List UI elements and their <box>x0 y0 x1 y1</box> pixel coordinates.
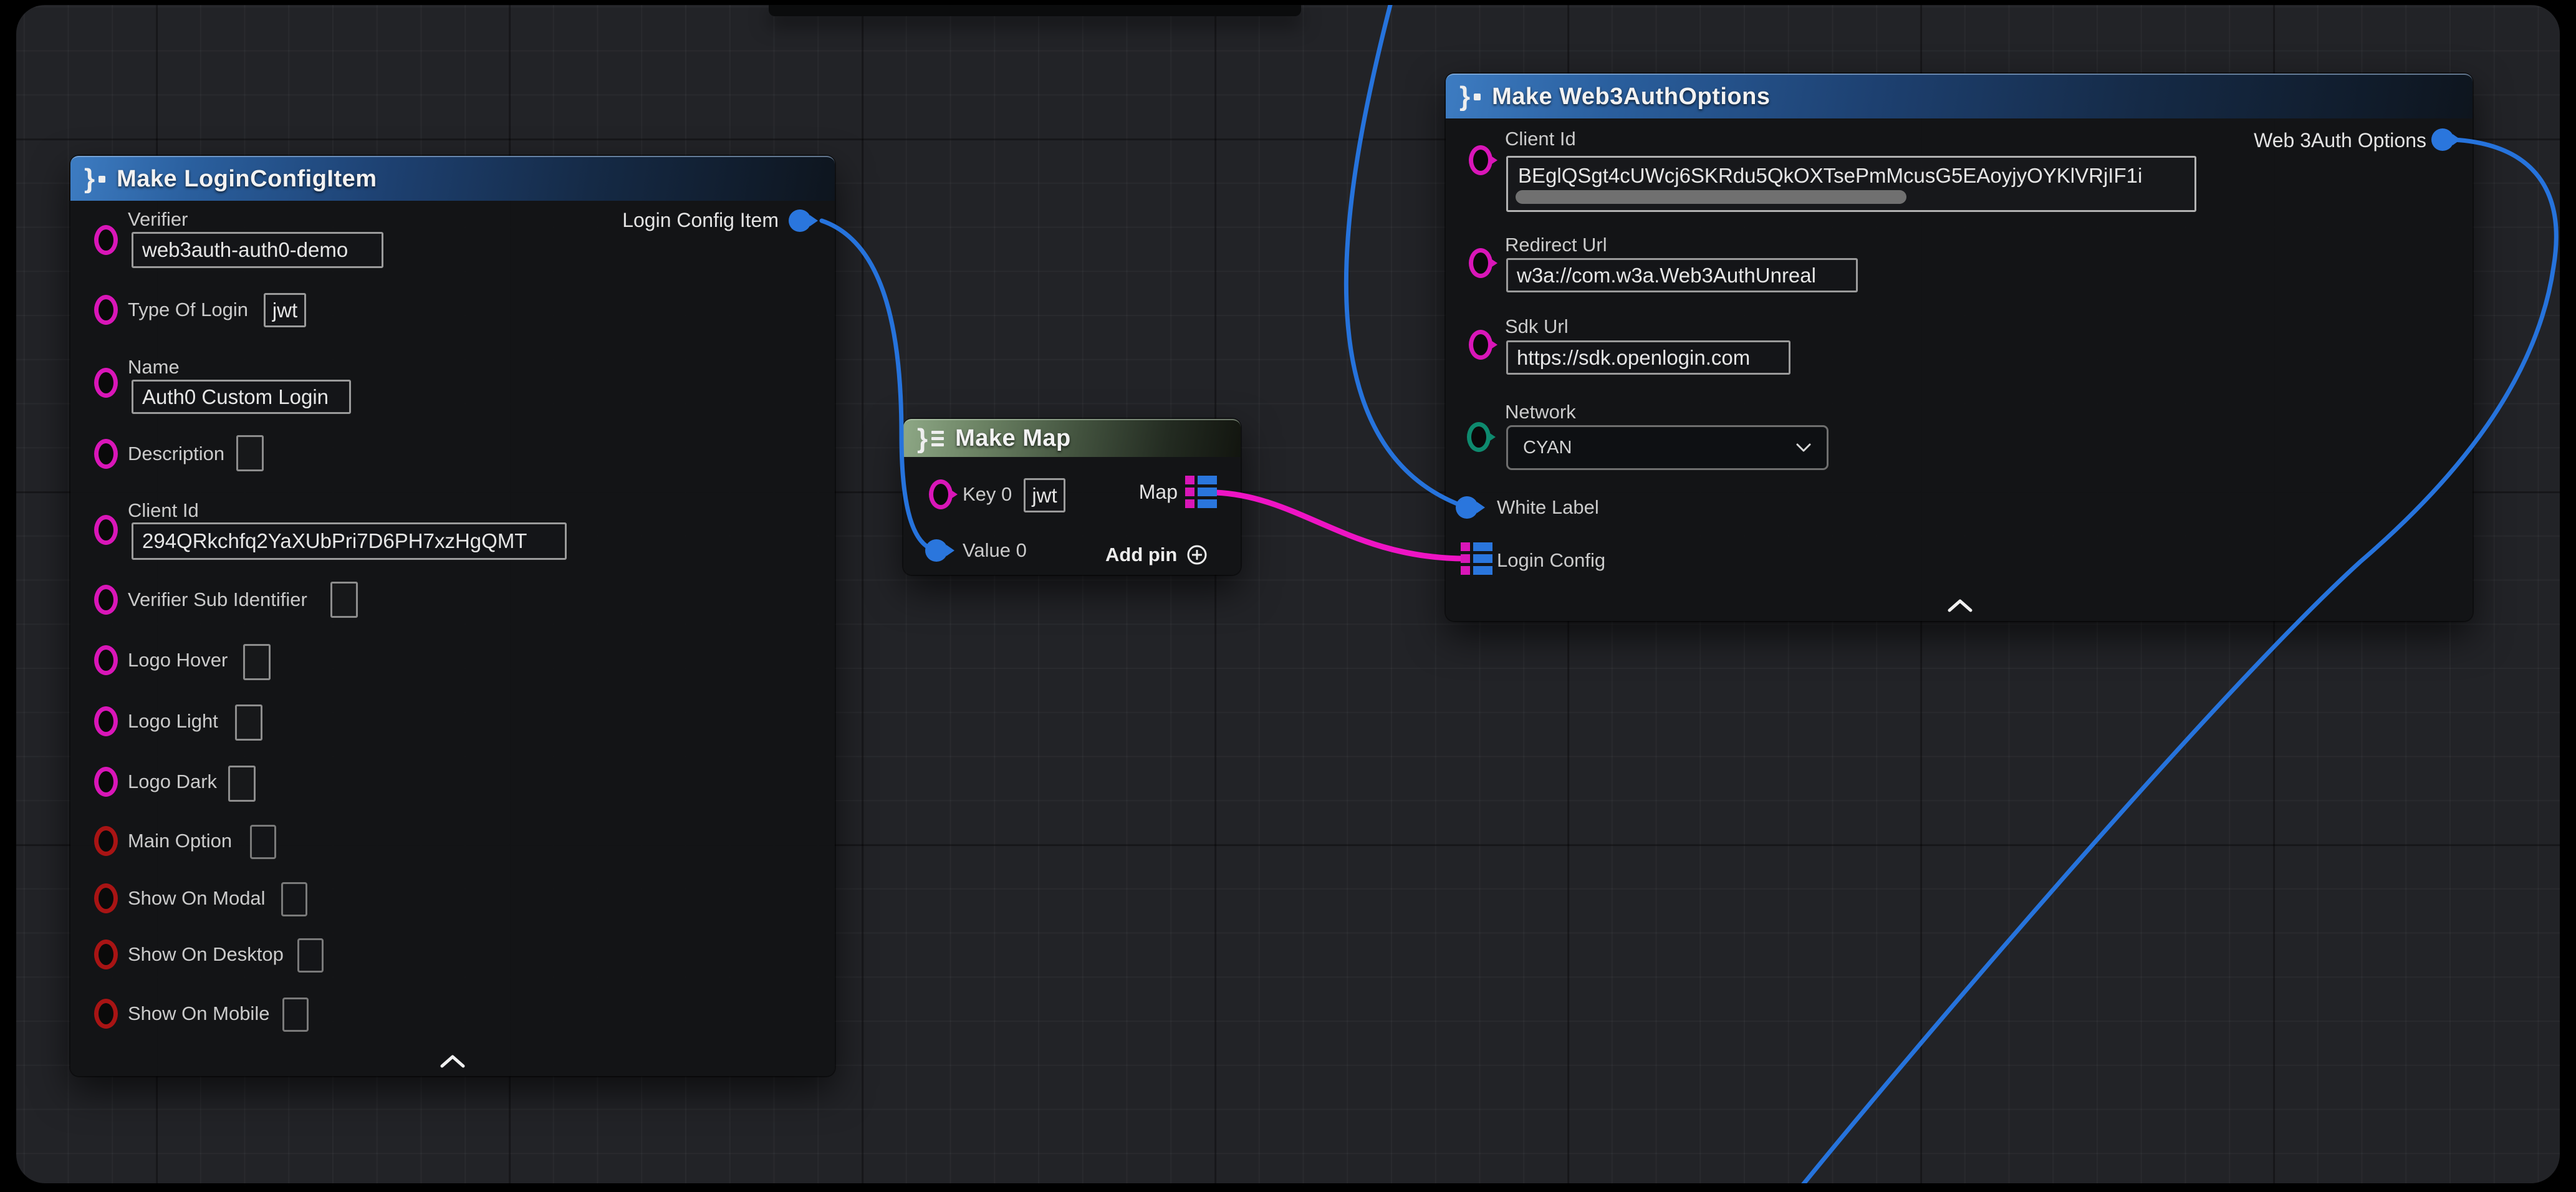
pin-label-verifier: Verifier <box>128 208 188 231</box>
input-pin-login-config[interactable] <box>1461 542 1492 575</box>
make-struct-icon: { <box>84 166 105 191</box>
pin-label-verifier-sub-identifier: Verifier Sub Identifier <box>128 588 307 612</box>
input-pin-network[interactable] <box>1467 422 1491 452</box>
node-make-map[interactable]: { Make Map Key 0 jwt Map Value 0 Add pin <box>903 419 1241 575</box>
redirect-url-field[interactable]: w3a://com.w3a.Web3AuthUnreal <box>1506 258 1858 292</box>
output-pin-login-config-item[interactable] <box>789 209 811 232</box>
input-pin-verifier[interactable] <box>94 225 118 255</box>
pin-label-client-id: Client Id <box>128 499 199 522</box>
add-pin-plus-icon <box>1186 544 1208 566</box>
node-title: Make Map <box>955 425 1071 452</box>
main-option-checkbox[interactable] <box>250 825 276 859</box>
input-pin-name[interactable] <box>94 368 118 398</box>
input-pin-show-on-desktop[interactable] <box>94 940 118 969</box>
logo-light-field[interactable] <box>235 704 262 741</box>
input-pin-show-on-mobile[interactable] <box>94 999 118 1029</box>
output-pin-label: Web 3Auth Options <box>2254 128 2426 152</box>
input-pin-type-of-login[interactable] <box>94 295 118 325</box>
pin-label-description: Description <box>128 442 224 466</box>
chevron-down-icon <box>1795 443 1812 453</box>
pin-label-show-on-modal: Show On Modal <box>128 887 266 910</box>
input-pin-white-label[interactable] <box>1456 496 1478 519</box>
wire-map-to-login-config[interactable] <box>1216 493 1466 559</box>
pin-label-logo-dark: Logo Dark <box>128 770 217 794</box>
pin-label-login-config: Login Config <box>1497 549 1605 572</box>
input-pin-main-option[interactable] <box>94 826 118 856</box>
pin-label-network: Network <box>1505 400 1576 424</box>
node-header[interactable]: { Make Map <box>903 419 1241 457</box>
output-pin-map[interactable] <box>1185 476 1217 508</box>
pin-label-key-0: Key 0 <box>963 483 1012 506</box>
node-header[interactable]: { Make LoginConfigItem <box>70 156 835 201</box>
input-pin-client-id[interactable] <box>94 515 118 545</box>
show-on-desktop-checkbox[interactable] <box>297 938 324 973</box>
description-field[interactable] <box>236 435 264 471</box>
offscreen-node-bottom-edge <box>769 5 1301 16</box>
verifier-field[interactable]: web3auth-auth0-demo <box>132 232 383 268</box>
pin-label-name: Name <box>128 355 180 379</box>
node-title: Make Web3AuthOptions <box>1492 84 1770 110</box>
pin-label-type-of-login: Type Of Login <box>128 298 248 322</box>
client-id-value: BEglQSgt4cUWcj6SKRdu5QkOXTsePmMcusG5EAoy… <box>1518 164 2142 187</box>
output-pin-web3auth-options[interactable] <box>2431 128 2454 151</box>
input-pin-show-on-modal[interactable] <box>94 883 118 913</box>
input-pin-logo-dark[interactable] <box>94 767 118 797</box>
input-pin-logo-light[interactable] <box>94 706 118 736</box>
network-dropdown[interactable]: CYAN <box>1506 425 1829 470</box>
input-pin-description[interactable] <box>94 439 118 469</box>
show-on-mobile-checkbox[interactable] <box>282 997 309 1032</box>
verifier-sub-identifier-field[interactable] <box>330 582 358 618</box>
output-pin-label: Map <box>1139 480 1178 504</box>
show-on-modal-checkbox[interactable] <box>281 882 307 916</box>
pin-label-sdk-url: Sdk Url <box>1505 315 1569 339</box>
collapse-chevron-icon[interactable] <box>1948 598 1973 612</box>
node-title: Make LoginConfigItem <box>117 166 377 193</box>
input-pin-sdk-url[interactable] <box>1469 330 1492 360</box>
pin-label-main-option: Main Option <box>128 829 232 853</box>
client-id-field[interactable]: 294QRkchfq2YaXUbPri7D6PH7xzHgQMT <box>132 522 567 560</box>
logo-dark-field[interactable] <box>228 766 256 802</box>
pin-label-value-0: Value 0 <box>963 539 1027 562</box>
type-of-login-field[interactable]: jwt <box>264 293 306 327</box>
pin-label-logo-light: Logo Light <box>128 709 218 733</box>
add-pin-button[interactable]: Add pin <box>1105 544 1208 566</box>
client-id-scrollbar[interactable] <box>1516 190 1906 204</box>
input-pin-key-0[interactable] <box>929 479 953 509</box>
input-pin-redirect-url[interactable] <box>1469 248 1492 278</box>
node-make-web3authoptions[interactable]: { Make Web3AuthOptions Web 3Auth Options… <box>1446 74 2473 621</box>
pin-label-white-label: White Label <box>1497 496 1599 519</box>
pin-label-redirect-url: Redirect Url <box>1505 233 1607 257</box>
pin-label-show-on-desktop: Show On Desktop <box>128 943 284 966</box>
name-field[interactable]: Auth0 Custom Login <box>132 380 351 414</box>
sdk-url-field[interactable]: https://sdk.openlogin.com <box>1506 340 1790 375</box>
pin-label-client-id: Client Id <box>1505 127 1576 151</box>
blueprint-canvas[interactable]: { Make LoginConfigItem Login Config Item… <box>16 5 2560 1183</box>
make-struct-icon: { <box>1459 84 1481 109</box>
output-pin-label: Login Config Item <box>622 208 779 232</box>
make-map-icon: { <box>917 426 944 451</box>
add-pin-label: Add pin <box>1105 544 1177 566</box>
network-dropdown-value: CYAN <box>1523 438 1572 458</box>
collapse-chevron-icon[interactable] <box>440 1054 465 1068</box>
logo-hover-field[interactable] <box>243 644 271 680</box>
input-pin-verifier-sub-identifier[interactable] <box>94 585 118 615</box>
key-0-field[interactable]: jwt <box>1024 478 1065 512</box>
input-pin-client-id[interactable] <box>1469 145 1492 175</box>
input-pin-value-0[interactable] <box>925 539 948 562</box>
node-header[interactable]: { Make Web3AuthOptions <box>1446 74 2473 118</box>
node-make-loginconfigitem[interactable]: { Make LoginConfigItem Login Config Item… <box>70 156 835 1076</box>
input-pin-logo-hover[interactable] <box>94 645 118 675</box>
client-id-field[interactable]: BEglQSgt4cUWcj6SKRdu5QkOXTsePmMcusG5EAoy… <box>1506 156 2196 212</box>
pin-label-show-on-mobile: Show On Mobile <box>128 1002 269 1026</box>
pin-label-logo-hover: Logo Hover <box>128 648 228 672</box>
